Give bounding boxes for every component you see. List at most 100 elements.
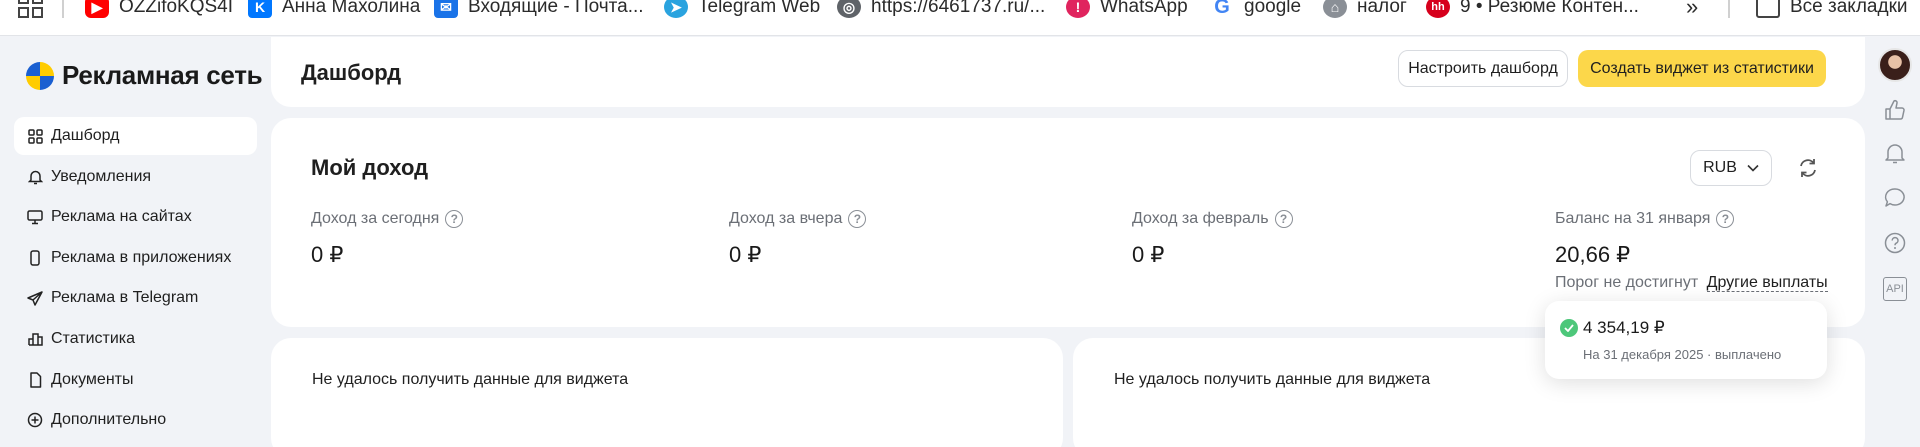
help-icon[interactable]: ? [1716, 210, 1735, 228]
metric-label: Доход за февраль [1132, 210, 1269, 227]
brand-name: Рекламная сеть [62, 60, 263, 90]
chevron-down-icon [1747, 164, 1759, 172]
payout-popover: 4 354,19 ₽ На 31 декабря 2025 · выплачен… [1545, 301, 1827, 379]
refresh-icon[interactable] [1796, 156, 1820, 180]
payout-status: выплачено [1715, 347, 1782, 362]
bookmarks-bar: ▶ OZZifoKQS4I K Анна Махолина ✉ Входящие… [0, 0, 1920, 36]
whatsapp-icon: ! [1066, 0, 1090, 18]
chevron-double-right-icon: » [1686, 0, 1699, 19]
bookmark-url[interactable]: ◎ https://6461737.ru/... [837, 0, 1045, 18]
send-icon [27, 290, 43, 306]
all-bookmarks-button[interactable]: Все закладки [1756, 0, 1908, 18]
sidebar-item-label: Уведомления [51, 167, 152, 185]
sidebar-item-apps[interactable]: Реклама в приложениях [14, 239, 257, 277]
bookmark-telegram[interactable]: ➤ Telegram Web [664, 0, 820, 18]
bookmark-label: налог [1357, 0, 1407, 17]
metric-label-row: Доход за сегодня ? [311, 210, 464, 228]
sidebar-item-label: Статистика [51, 329, 136, 347]
bookmarks-overflow-button[interactable]: » [1686, 0, 1699, 19]
help-icon[interactable]: ? [848, 210, 867, 228]
apps-grid-icon[interactable] [18, 0, 44, 20]
sidebar-item-documents[interactable]: Документы [14, 361, 257, 399]
metric-label: Доход за сегодня [311, 210, 440, 227]
metric-label-row: Баланс на 31 января ? [1555, 210, 1735, 228]
metric-balance: Баланс на 31 января ? 20,66 ₽ [1555, 210, 1735, 268]
other-payouts-link[interactable]: Другие выплаты [1706, 274, 1828, 292]
chat-icon[interactable] [1883, 186, 1907, 210]
bookmark-whatsapp[interactable]: ! WhatsApp [1066, 0, 1188, 18]
configure-dashboard-button[interactable]: Настроить дашборд [1398, 50, 1568, 87]
bookmark-google[interactable]: G google [1210, 0, 1301, 18]
bookmark-hh[interactable]: hh 9 • Резюме Контен... [1426, 0, 1639, 18]
metric-value: 20,66 ₽ [1555, 242, 1631, 267]
sidebar-item-more[interactable]: Дополнительно [14, 401, 257, 439]
sidebar-item-dashboard[interactable]: Дашборд [14, 117, 257, 155]
vk-icon: K [248, 0, 272, 18]
sidebar-item-label: Реклама в приложениях [51, 248, 232, 266]
bookmark-label: https://6461737.ru/... [871, 0, 1046, 17]
metric-value: 0 ₽ [311, 242, 344, 267]
sidebar-item-telegram[interactable]: Реклама в Telegram [14, 279, 257, 317]
payout-date: На 31 декабря 2025 [1583, 347, 1704, 362]
bookmark-label: Входящие - Почта... [468, 0, 644, 17]
sidebar-nav: Дашборд Уведомления Реклама на сайтах Ре… [14, 117, 257, 442]
api-icon[interactable]: API [1883, 277, 1907, 301]
page-header: Дашборд Настроить дашборд Создать виджет… [271, 37, 1865, 107]
metric-month: Доход за февраль ? 0 ₽ [1132, 210, 1293, 268]
bookmark-label: Все закладки [1790, 0, 1908, 17]
metric-label-row: Доход за февраль ? [1132, 210, 1293, 228]
youtube-icon: ▶ [85, 0, 109, 18]
sidebar-item-label: Реклама в Telegram [51, 289, 199, 307]
folder-icon [1756, 0, 1780, 18]
avatar[interactable] [1878, 48, 1912, 82]
widget-error-message: Не удалось получить данные для виджета [312, 371, 629, 388]
help-icon[interactable]: ? [445, 210, 464, 228]
tax-icon: ⌂ [1323, 0, 1347, 18]
threshold-text: Порог не достигнут [1555, 274, 1699, 291]
sidebar-item-sites[interactable]: Реклама на сайтах [14, 198, 257, 236]
brand-logo-icon [26, 61, 54, 90]
bookmark-mail[interactable]: ✉ Входящие - Почта... [434, 0, 644, 18]
thumbs-up-icon[interactable] [1883, 98, 1907, 122]
monitor-icon [27, 209, 43, 225]
payout-amount: 4 354,19 ₽ [1583, 318, 1665, 337]
bookmark-youtube[interactable]: ▶ OZZifoKQS4I [85, 0, 233, 18]
check-circle-icon [1560, 319, 1578, 337]
help-icon[interactable]: ? [1274, 210, 1293, 228]
widget-card: Не удалось получить данные для виджета [271, 338, 1063, 447]
separator-dot: · [1707, 347, 1715, 362]
mail-icon: ✉ [434, 0, 458, 18]
google-icon: G [1210, 0, 1234, 18]
bookmark-label: WhatsApp [1100, 0, 1188, 17]
payout-details: На 31 декабря 2025 · выплачено [1583, 347, 1781, 362]
bookmark-vk[interactable]: K Анна Махолина [248, 0, 420, 18]
bookmark-tax[interactable]: ⌂ налог [1323, 0, 1407, 18]
telegram-icon: ➤ [664, 0, 688, 18]
currency-select[interactable]: RUB [1690, 150, 1772, 186]
metric-label: Баланс на 31 января [1555, 210, 1711, 227]
metric-yesterday: Доход за вчера ? 0 ₽ [729, 210, 867, 268]
create-widget-button[interactable]: Создать виджет из статистики [1578, 50, 1826, 87]
income-title: Мой доход [311, 155, 429, 180]
bookmarks-separator [62, 0, 64, 18]
sidebar-item-notifications[interactable]: Уведомления [14, 158, 257, 196]
hh-icon: hh [1426, 0, 1450, 18]
sidebar-item-label: Реклама на сайтах [51, 208, 192, 226]
income-card: Мой доход RUB Доход за сегодня ? 0 ₽ Дох… [271, 118, 1865, 327]
phone-icon [27, 250, 43, 266]
metric-value: 0 ₽ [729, 242, 762, 267]
brand[interactable]: Рекламная сеть [26, 60, 263, 91]
help-circle-icon[interactable] [1883, 231, 1907, 255]
sidebar-item-statistics[interactable]: Статистика [14, 320, 257, 358]
sidebar-item-label: Документы [51, 370, 134, 388]
bell-icon[interactable] [1883, 141, 1907, 165]
currency-value: RUB [1703, 159, 1737, 176]
stats-icon [27, 331, 43, 347]
bookmark-label: 9 • Резюме Контен... [1460, 0, 1639, 17]
page-title: Дашборд [301, 60, 402, 85]
widget-error-message: Не удалось получить данные для виджета [1114, 371, 1431, 388]
bookmark-label: google [1244, 0, 1302, 17]
sidebar: Рекламная сеть Дашборд Уведомления Рекла… [0, 37, 270, 447]
bookmarks-separator [1728, 0, 1730, 18]
bookmark-label: OZZifoKQS4I [119, 0, 234, 17]
